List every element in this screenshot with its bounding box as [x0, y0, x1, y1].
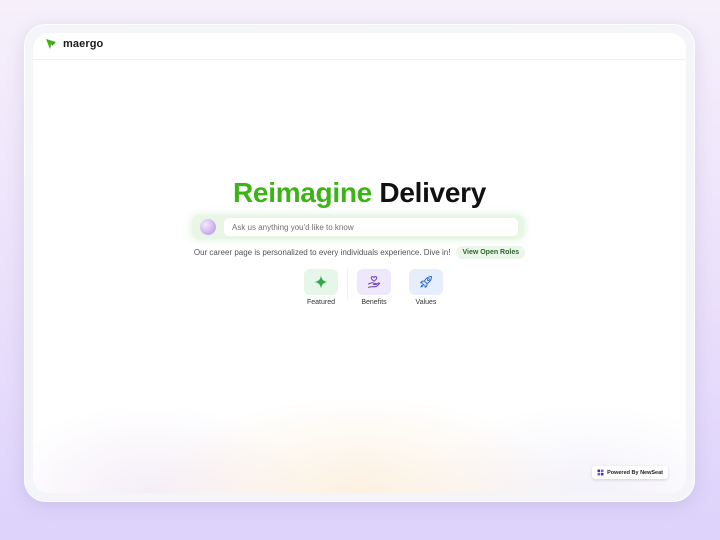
tile-benefits-label: Benefits — [361, 299, 387, 306]
brand-logo[interactable]: maergo — [45, 38, 103, 50]
tile-benefits-box — [357, 269, 391, 295]
app-frame: maergo Reimagine Delivery Our career pag… — [24, 24, 695, 502]
page-title: Reimagine Delivery — [33, 177, 686, 209]
hand-heart-icon — [368, 276, 381, 288]
subtitle-row: Our career page is personalized to every… — [33, 246, 686, 259]
ask-input[interactable] — [224, 218, 518, 236]
career-page: maergo Reimagine Delivery Our career pag… — [33, 33, 686, 493]
rocket-icon — [420, 276, 432, 288]
tile-featured[interactable]: Featured — [295, 269, 347, 306]
title-rest: Delivery — [379, 177, 486, 208]
tile-featured-label: Featured — [306, 299, 336, 306]
topic-tiles: Featured Benefits Values — [295, 269, 452, 306]
ask-bar — [192, 215, 524, 239]
tile-values-box — [409, 269, 443, 295]
tile-featured-box — [304, 269, 338, 295]
tile-values[interactable]: Values — [400, 269, 452, 306]
powered-by-badge[interactable]: Powered By NewSeat — [592, 466, 668, 479]
arrow-icon — [46, 39, 56, 49]
view-open-roles-button[interactable]: View Open Roles — [456, 246, 526, 259]
tile-benefits[interactable]: Benefits — [348, 269, 400, 306]
top-nav: maergo — [33, 33, 686, 60]
title-accent: Reimagine — [233, 177, 372, 208]
newseat-logo-icon — [597, 469, 604, 476]
subtitle-text: Our career page is personalized to every… — [193, 248, 451, 257]
sparkle-icon — [314, 275, 328, 289]
brand-name: maergo — [63, 38, 104, 50]
powered-by-text: Powered By NewSeat — [607, 469, 663, 476]
tile-values-label: Values — [415, 299, 437, 306]
avatar-orb-icon — [200, 219, 216, 235]
